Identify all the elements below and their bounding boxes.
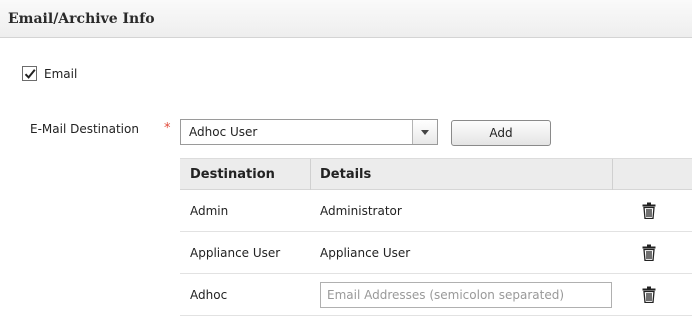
email-checkbox-label: Email [44,67,78,81]
email-destination-label: E-Mail Destination [30,122,139,136]
table-header: Destination Details [180,158,692,190]
trash-icon[interactable] [642,202,656,219]
column-divider [612,159,613,190]
table-row: Admin Administrator [180,190,692,232]
dropdown-toggle[interactable] [412,120,437,144]
required-marker: * [164,121,171,136]
column-header-destination: Destination [190,167,275,182]
section-title: Email/Archive Info [8,11,155,27]
trash-icon[interactable] [642,286,656,303]
details-cell: Administrator [320,204,402,218]
email-addresses-input[interactable] [320,282,612,308]
checkmark-icon [24,69,36,79]
destination-cell: Admin [190,204,229,218]
email-checkbox[interactable] [22,66,37,81]
destination-cell: Adhoc [190,288,228,302]
email-destination-selected-value: Adhoc User [189,125,258,139]
destination-table: Destination Details Admin Administrator … [180,158,692,316]
chevron-down-icon [421,130,429,135]
add-button[interactable]: Add [451,120,551,146]
table-row: Adhoc [180,274,692,316]
trash-icon[interactable] [642,244,656,261]
table-row: Appliance User Appliance User [180,232,692,274]
destination-cell: Appliance User [190,246,281,260]
column-divider [310,159,311,190]
email-destination-select[interactable]: Adhoc User [180,119,438,145]
column-header-details: Details [320,167,372,182]
details-cell: Appliance User [320,246,411,260]
section-header: Email/Archive Info [0,0,692,38]
